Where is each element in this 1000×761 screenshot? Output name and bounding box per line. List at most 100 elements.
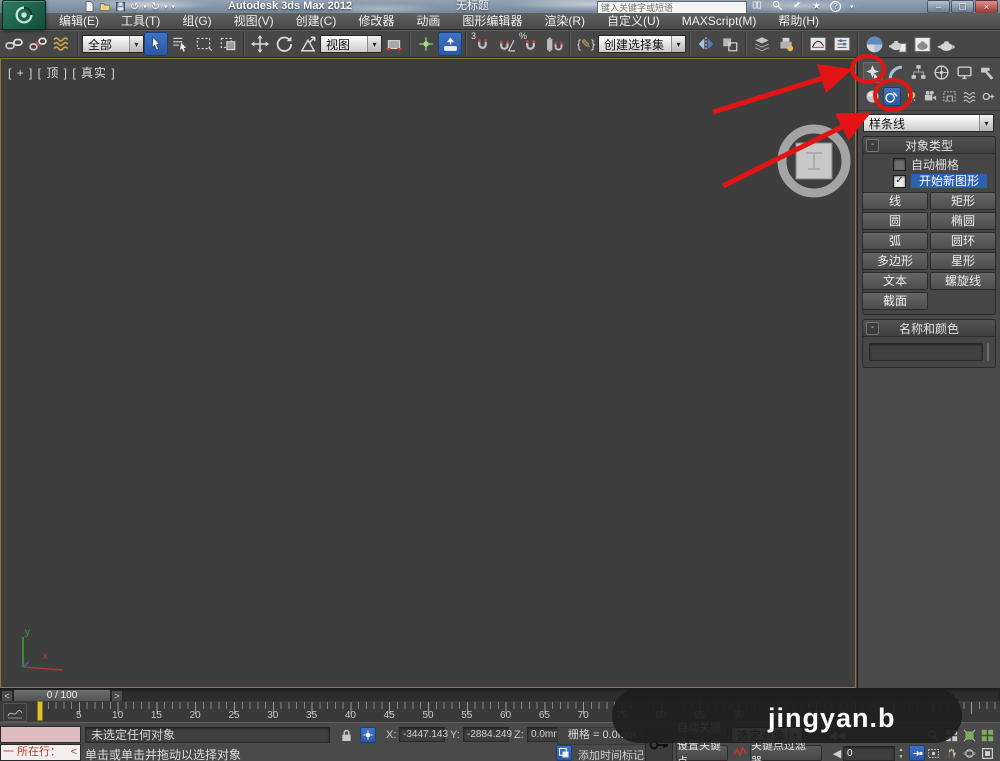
button-donut[interactable]: 圆环 <box>930 232 996 250</box>
menu-tools[interactable]: 工具(T) <box>110 13 171 29</box>
menu-modifiers[interactable]: 修改器 <box>347 13 405 29</box>
tab-create-icon[interactable] <box>863 61 883 83</box>
bind-to-space-warp-icon[interactable] <box>50 32 74 56</box>
use-pivot-point-icon[interactable] <box>382 32 406 56</box>
key-mode-toggle-icon[interactable] <box>909 745 925 761</box>
reference-coordinate-dropdown[interactable]: 视图 ▾ <box>320 35 382 53</box>
maximize-button[interactable]: ▢ <box>951 0 974 13</box>
menu-rendering[interactable]: 渲染(R) <box>533 13 596 29</box>
button-star[interactable]: 星形 <box>930 252 996 270</box>
select-by-name-icon[interactable] <box>168 32 192 56</box>
snap-toggle-3d-icon[interactable]: 3 <box>470 32 494 56</box>
button-ellipse[interactable]: 椭圆 <box>930 212 996 230</box>
edit-named-selection-sets-icon[interactable]: {✎} <box>574 32 598 56</box>
category-cameras-icon[interactable] <box>922 87 939 106</box>
favorites-star-icon[interactable]: ★ <box>812 1 821 12</box>
select-object-icon[interactable] <box>144 32 168 56</box>
menu-maxscript[interactable]: MAXScript(M) <box>671 13 768 29</box>
menu-group[interactable]: 组(G) <box>171 13 222 29</box>
zoom-extents-icon[interactable] <box>961 727 977 743</box>
undo-dropdown-icon[interactable]: ▾ <box>143 1 147 13</box>
zoom-extents-all-icon[interactable] <box>979 727 995 743</box>
maximize-viewport-toggle-icon[interactable] <box>979 745 995 761</box>
unlink-selection-icon[interactable] <box>26 32 50 56</box>
search-input[interactable] <box>598 2 746 13</box>
keyboard-shortcut-override-icon[interactable] <box>438 32 462 56</box>
category-shapes-icon[interactable] <box>883 87 901 106</box>
menu-views[interactable]: 视图(V) <box>223 13 285 29</box>
orbit-icon[interactable] <box>961 745 977 761</box>
render-setup-icon[interactable] <box>886 32 910 56</box>
viewport-label[interactable]: [ + ] [ 顶 ] [ 真实 ] <box>8 64 116 81</box>
redo-dropdown-icon[interactable]: ▾ <box>164 1 168 13</box>
collapse-icon[interactable]: - <box>866 139 879 152</box>
y-coord-field[interactable]: -2884.249 <box>463 727 512 742</box>
minimize-button[interactable]: – <box>927 0 950 13</box>
help-dropdown-icon[interactable]: ▾ <box>850 3 854 11</box>
chevron-down-icon[interactable]: ▾ <box>367 36 381 52</box>
qat-customize-icon[interactable]: ▾ <box>171 1 175 13</box>
button-ngon[interactable]: 多边形 <box>862 252 928 270</box>
name-color-header[interactable]: - 名称和颜色 <box>863 320 995 337</box>
chevron-down-icon[interactable]: ▾ <box>671 36 685 52</box>
selection-filter-dropdown[interactable]: 全部 ▾ <box>82 35 144 53</box>
tab-motion-icon[interactable] <box>931 62 951 83</box>
close-button[interactable]: × <box>975 0 998 13</box>
save-file-icon[interactable] <box>115 1 126 13</box>
rectangular-selection-region-icon[interactable] <box>192 32 216 56</box>
category-systems-icon[interactable] <box>980 87 997 106</box>
pan-hand-icon[interactable] <box>943 745 959 761</box>
window-crossing-icon[interactable] <box>216 32 240 56</box>
tab-hierarchy-icon[interactable] <box>909 62 929 83</box>
time-tag-icon[interactable] <box>556 745 572 761</box>
category-geometry-icon[interactable] <box>864 87 881 106</box>
maxscript-mini-listener[interactable]: 一 所在行： < <box>0 744 81 761</box>
maxscript-macro-recorder[interactable] <box>0 726 81 743</box>
button-arc[interactable]: 弧 <box>862 232 928 250</box>
button-text[interactable]: 文本 <box>862 272 928 290</box>
frame-spinner[interactable]: ▲ ▼ <box>897 746 905 761</box>
collapse-icon[interactable]: - <box>866 322 879 335</box>
open-file-icon[interactable] <box>99 1 111 13</box>
add-time-tag-label[interactable]: 添加时间标记 <box>578 747 644 761</box>
tab-display-icon[interactable] <box>954 62 974 83</box>
rendered-frame-window-icon[interactable] <box>910 32 934 56</box>
menu-edit[interactable]: 编辑(E) <box>48 13 110 29</box>
current-frame-marker[interactable] <box>37 701 43 721</box>
select-and-manipulate-icon[interactable] <box>414 32 438 56</box>
undo-icon[interactable]: ↺ <box>130 1 139 13</box>
chevron-down-icon[interactable]: ▾ <box>129 36 143 52</box>
object-color-swatch[interactable] <box>987 343 989 361</box>
menu-graph-editors[interactable]: 图形编辑器 <box>451 13 533 29</box>
mirror-icon[interactable] <box>694 32 718 56</box>
viewport-top[interactable]: [ + ] [ 顶 ] [ 真实 ] y x <box>0 58 856 688</box>
percent-snap-icon[interactable]: % <box>518 32 542 56</box>
mini-curve-editor-button[interactable] <box>3 703 27 722</box>
help-icon[interactable]: ? <box>829 1 841 12</box>
button-helix[interactable]: 螺旋线 <box>930 272 996 290</box>
button-circle[interactable]: 圆 <box>862 212 928 230</box>
menu-customize[interactable]: 自定义(U) <box>596 13 671 29</box>
object-type-header[interactable]: - 对象类型 <box>863 137 995 154</box>
chevron-down-icon[interactable]: ▾ <box>979 115 993 131</box>
shape-name-input[interactable] <box>869 343 983 361</box>
key-filters-button[interactable]: 关键点过滤器... <box>750 740 822 761</box>
select-and-scale-icon[interactable] <box>296 32 320 56</box>
curve-editor-icon[interactable] <box>806 32 830 56</box>
current-frame-field[interactable]: 0 <box>843 746 895 761</box>
set-key-button[interactable]: 设置关键点 <box>676 740 728 761</box>
render-production-icon[interactable] <box>934 32 958 56</box>
graphite-modeling-icon[interactable] <box>774 32 798 56</box>
align-icon[interactable] <box>718 32 742 56</box>
start-new-shape-label[interactable]: 开始新图形 <box>911 174 988 188</box>
autogrid-checkbox[interactable] <box>893 157 906 171</box>
select-and-link-icon[interactable] <box>2 32 26 56</box>
menu-help[interactable]: 帮助(H) <box>767 13 830 29</box>
select-and-move-icon[interactable] <box>248 32 272 56</box>
tab-utilities-icon[interactable] <box>977 62 997 83</box>
named-selection-sets-dropdown[interactable]: 创建选择集 ▾ <box>598 35 686 53</box>
selection-lock-icon[interactable] <box>338 727 354 743</box>
button-section[interactable]: 截面 <box>862 292 928 310</box>
key-filter-curve-icon[interactable] <box>733 745 747 761</box>
select-and-rotate-icon[interactable] <box>272 32 296 56</box>
